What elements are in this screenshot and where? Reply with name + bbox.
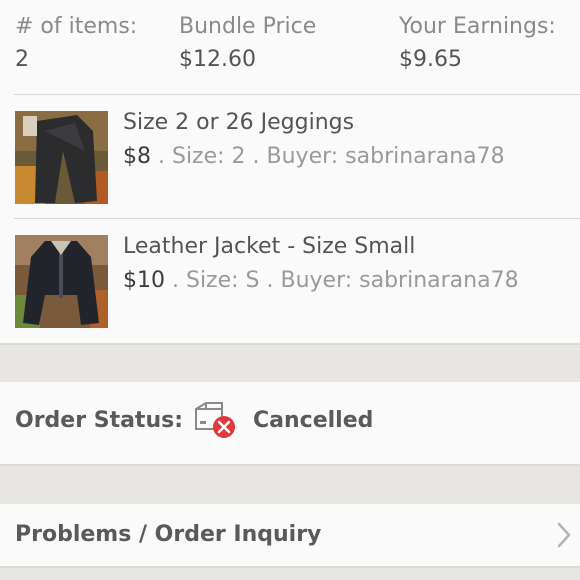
chevron-right-icon[interactable] [556,521,572,549]
order-status-label: Order Status: [15,408,184,433]
item-title[interactable]: Leather Jacket - Size Small [123,234,415,259]
order-status-value: Cancelled [253,408,374,433]
items-count-label: # of items: [15,14,138,39]
order-inquiry-row[interactable]: Problems / Order Inquiry [0,504,580,568]
order-inquiry-label[interactable]: Problems / Order Inquiry [15,522,321,547]
leather-jacket-photo [15,235,108,328]
list-item[interactable]: Size 2 or 26 Jeggings $8 . Size: 2 . Buy… [0,96,580,206]
item-meta: $10 . Size: S . Buyer: sabrinarana78 [123,268,519,293]
bundle-price-label: Bundle Price [179,14,317,39]
item-details: . Size: S . Buyer: sabrinarana78 [165,268,519,293]
earnings-label: Your Earnings: [399,14,556,39]
list-item[interactable]: Leather Jacket - Size Small $10 . Size: … [0,220,580,330]
bundle-price-value: $12.60 [179,47,256,72]
cancelled-package-icon [195,402,235,438]
item-price: $10 [123,268,165,293]
items-count-stat: # of items: 2 [15,12,137,78]
order-summary-card: # of items: 2 Bundle Price $12.60 Your E… [0,0,580,345]
item-meta: $8 . Size: 2 . Buyer: sabrinarana78 [123,144,505,169]
jacket-thumbnail[interactable] [15,235,108,328]
item-details: . Size: 2 . Buyer: sabrinarana78 [151,144,505,169]
item-price: $8 [123,144,151,169]
divider [0,566,580,568]
bundle-price-stat: Bundle Price $12.60 [179,12,316,78]
divider [0,464,580,466]
divider [14,94,580,95]
earnings-stat: Your Earnings: $9.65 [399,12,556,78]
items-count-value: 2 [15,47,29,72]
order-status-card: Order Status: Cancelled [0,382,580,466]
earnings-value: $9.65 [399,47,462,72]
divider [0,343,580,345]
jeggings-thumbnail[interactable] [15,111,108,204]
item-title[interactable]: Size 2 or 26 Jeggings [123,110,354,135]
divider [14,218,580,219]
jeggings-photo [15,111,108,204]
